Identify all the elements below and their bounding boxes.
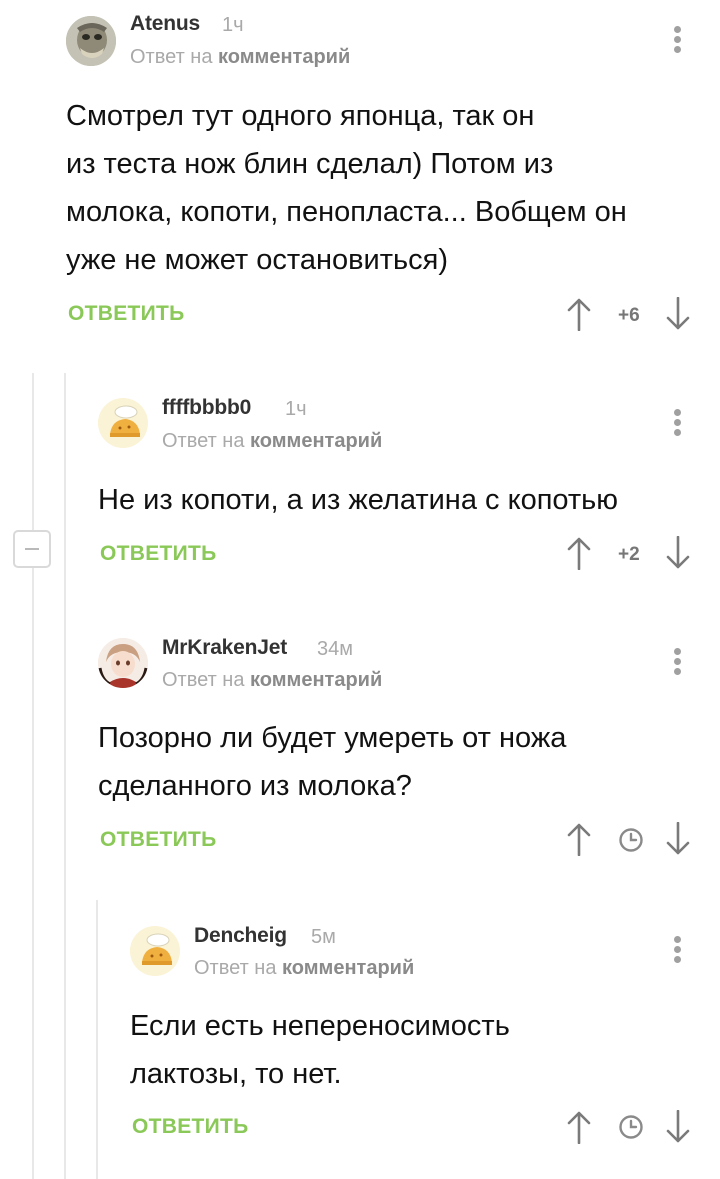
reply-to-link[interactable]: комментарий [282, 957, 414, 979]
arrow-down-icon[interactable] [665, 1110, 691, 1144]
comment-dencheig: Dencheig 5м Ответ на комментарий Если ес… [0, 0, 720, 1179]
avatar[interactable] [130, 926, 180, 976]
reply-to-line: Ответ на комментарий [194, 957, 414, 980]
arrow-up-icon[interactable] [566, 1110, 592, 1144]
clock-icon [619, 1115, 643, 1139]
reply-button[interactable]: ОТВЕТИТЬ [132, 1115, 249, 1139]
author-name[interactable]: Dencheig [194, 924, 287, 948]
comment-text-line: Если есть непереносимость [130, 1010, 510, 1042]
reply-to-prefix: Ответ на [194, 957, 277, 979]
comment-text-line: лактозы, то нет. [130, 1058, 342, 1090]
comment-text: Если есть непереносимость лактозы, то не… [130, 1002, 700, 1098]
comment-time: 5м [311, 926, 336, 948]
avatar-icon [130, 926, 180, 976]
more-vertical-icon[interactable] [672, 934, 682, 966]
